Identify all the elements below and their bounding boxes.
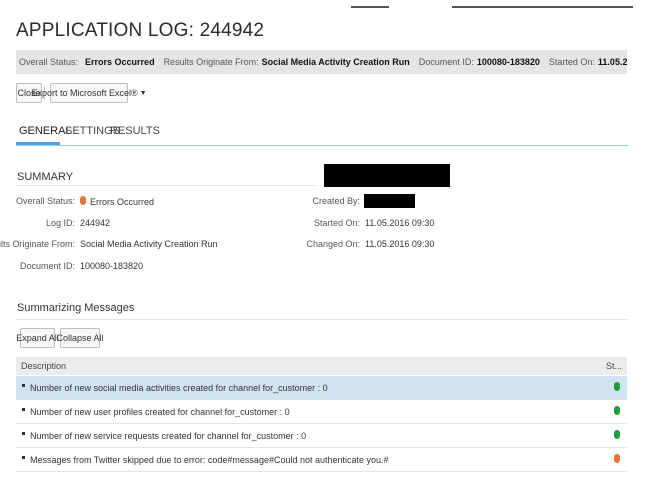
redacted-block <box>324 164 450 187</box>
chevron-down-icon: ▼ <box>139 89 147 97</box>
summary-overall-status-value: Errors Occurred <box>80 196 154 207</box>
bullet-icon <box>22 432 25 435</box>
redacted-created-by <box>364 194 415 208</box>
summary-changed-on-value: 11.05.2016 09:30 <box>365 239 435 249</box>
document-id-label: Document ID: <box>418 57 474 67</box>
overall-status-label: Overall Status: <box>19 57 79 67</box>
export-excel-button[interactable]: Export to Microsoft Excel® ▼ <box>31 83 147 103</box>
tab-divider <box>16 145 628 146</box>
top-line-left <box>351 6 389 8</box>
export-excel-label: Export to Microsoft Excel® <box>31 88 138 98</box>
collapse-all-label: Collapse All <box>56 333 104 343</box>
summary-results-origin-label: Results Originate From: <box>0 239 75 249</box>
summary-overall-status-label: Overall Status: <box>15 196 75 206</box>
summary-log-id-value: 244942 <box>80 218 111 228</box>
message-text: Number of new service requests created f… <box>30 431 307 441</box>
results-origin-value: Social Media Activity Creation Run <box>261 57 410 67</box>
error-status-icon <box>614 454 620 463</box>
started-on-value: 11.05.2016 09:30 <box>597 57 627 67</box>
bullet-icon <box>22 456 25 459</box>
message-text: Number of new social media activities cr… <box>30 383 328 393</box>
overall-status-value: Errors Occurred <box>85 57 155 67</box>
expand-all-button[interactable]: Expand All <box>16 328 59 348</box>
table-row[interactable]: Number of new service requests created f… <box>16 424 627 448</box>
expand-all-label: Expand All <box>16 333 59 343</box>
success-status-icon <box>614 382 620 391</box>
collapse-all-button[interactable]: Collapse All <box>56 328 104 348</box>
summary-results-origin-value: Social Media Activity Creation Run <box>80 239 218 249</box>
summary-log-id-label: Log ID: <box>45 218 75 228</box>
message-text: Number of new user profiles created for … <box>30 407 290 417</box>
messages-title: Summarizing Messages <box>17 302 135 314</box>
document-id-value: 100080-183820 <box>476 57 540 67</box>
summary-title: SUMMARY <box>17 171 74 183</box>
messages-divider <box>16 319 628 320</box>
column-header-status[interactable]: St... <box>606 361 622 371</box>
messages-table-header: Description St... <box>16 357 627 375</box>
summary-started-on-value: 11.05.2016 09:30 <box>365 218 435 228</box>
table-row[interactable]: Number of new social media activities cr… <box>16 376 627 400</box>
summary-document-id-label: Document ID: <box>19 261 75 271</box>
summary-started-on-label: Started On: <box>313 218 360 228</box>
error-status-icon <box>80 196 86 205</box>
table-row[interactable]: Number of new user profiles created for … <box>16 400 627 424</box>
table-row[interactable]: Messages from Twitter skipped due to err… <box>16 448 627 472</box>
success-status-icon <box>614 406 620 415</box>
tab-results[interactable]: RESULTS <box>110 125 160 137</box>
summary-created-by-label: Created By: <box>312 196 360 206</box>
started-on-label: Started On: <box>548 57 595 67</box>
results-origin-label: Results Originate From: <box>163 57 259 67</box>
status-bar: Overall Status: Errors Occurred Results … <box>16 50 627 74</box>
bullet-icon <box>22 384 25 387</box>
summary-changed-on-label: Changed On: <box>306 239 360 249</box>
summary-document-id-value: 100080-183820 <box>80 261 144 271</box>
tab-general[interactable]: GENERAL <box>19 125 72 137</box>
bullet-icon <box>22 408 25 411</box>
top-line-right <box>452 6 633 8</box>
message-text: Messages from Twitter skipped due to err… <box>30 455 389 465</box>
summary-overall-status-text: Errors Occurred <box>90 197 155 207</box>
success-status-icon <box>614 430 620 439</box>
column-header-description[interactable]: Description <box>21 361 66 371</box>
page-title: APPLICATION LOG: 244942 <box>16 20 265 41</box>
summary-divider <box>16 185 316 186</box>
